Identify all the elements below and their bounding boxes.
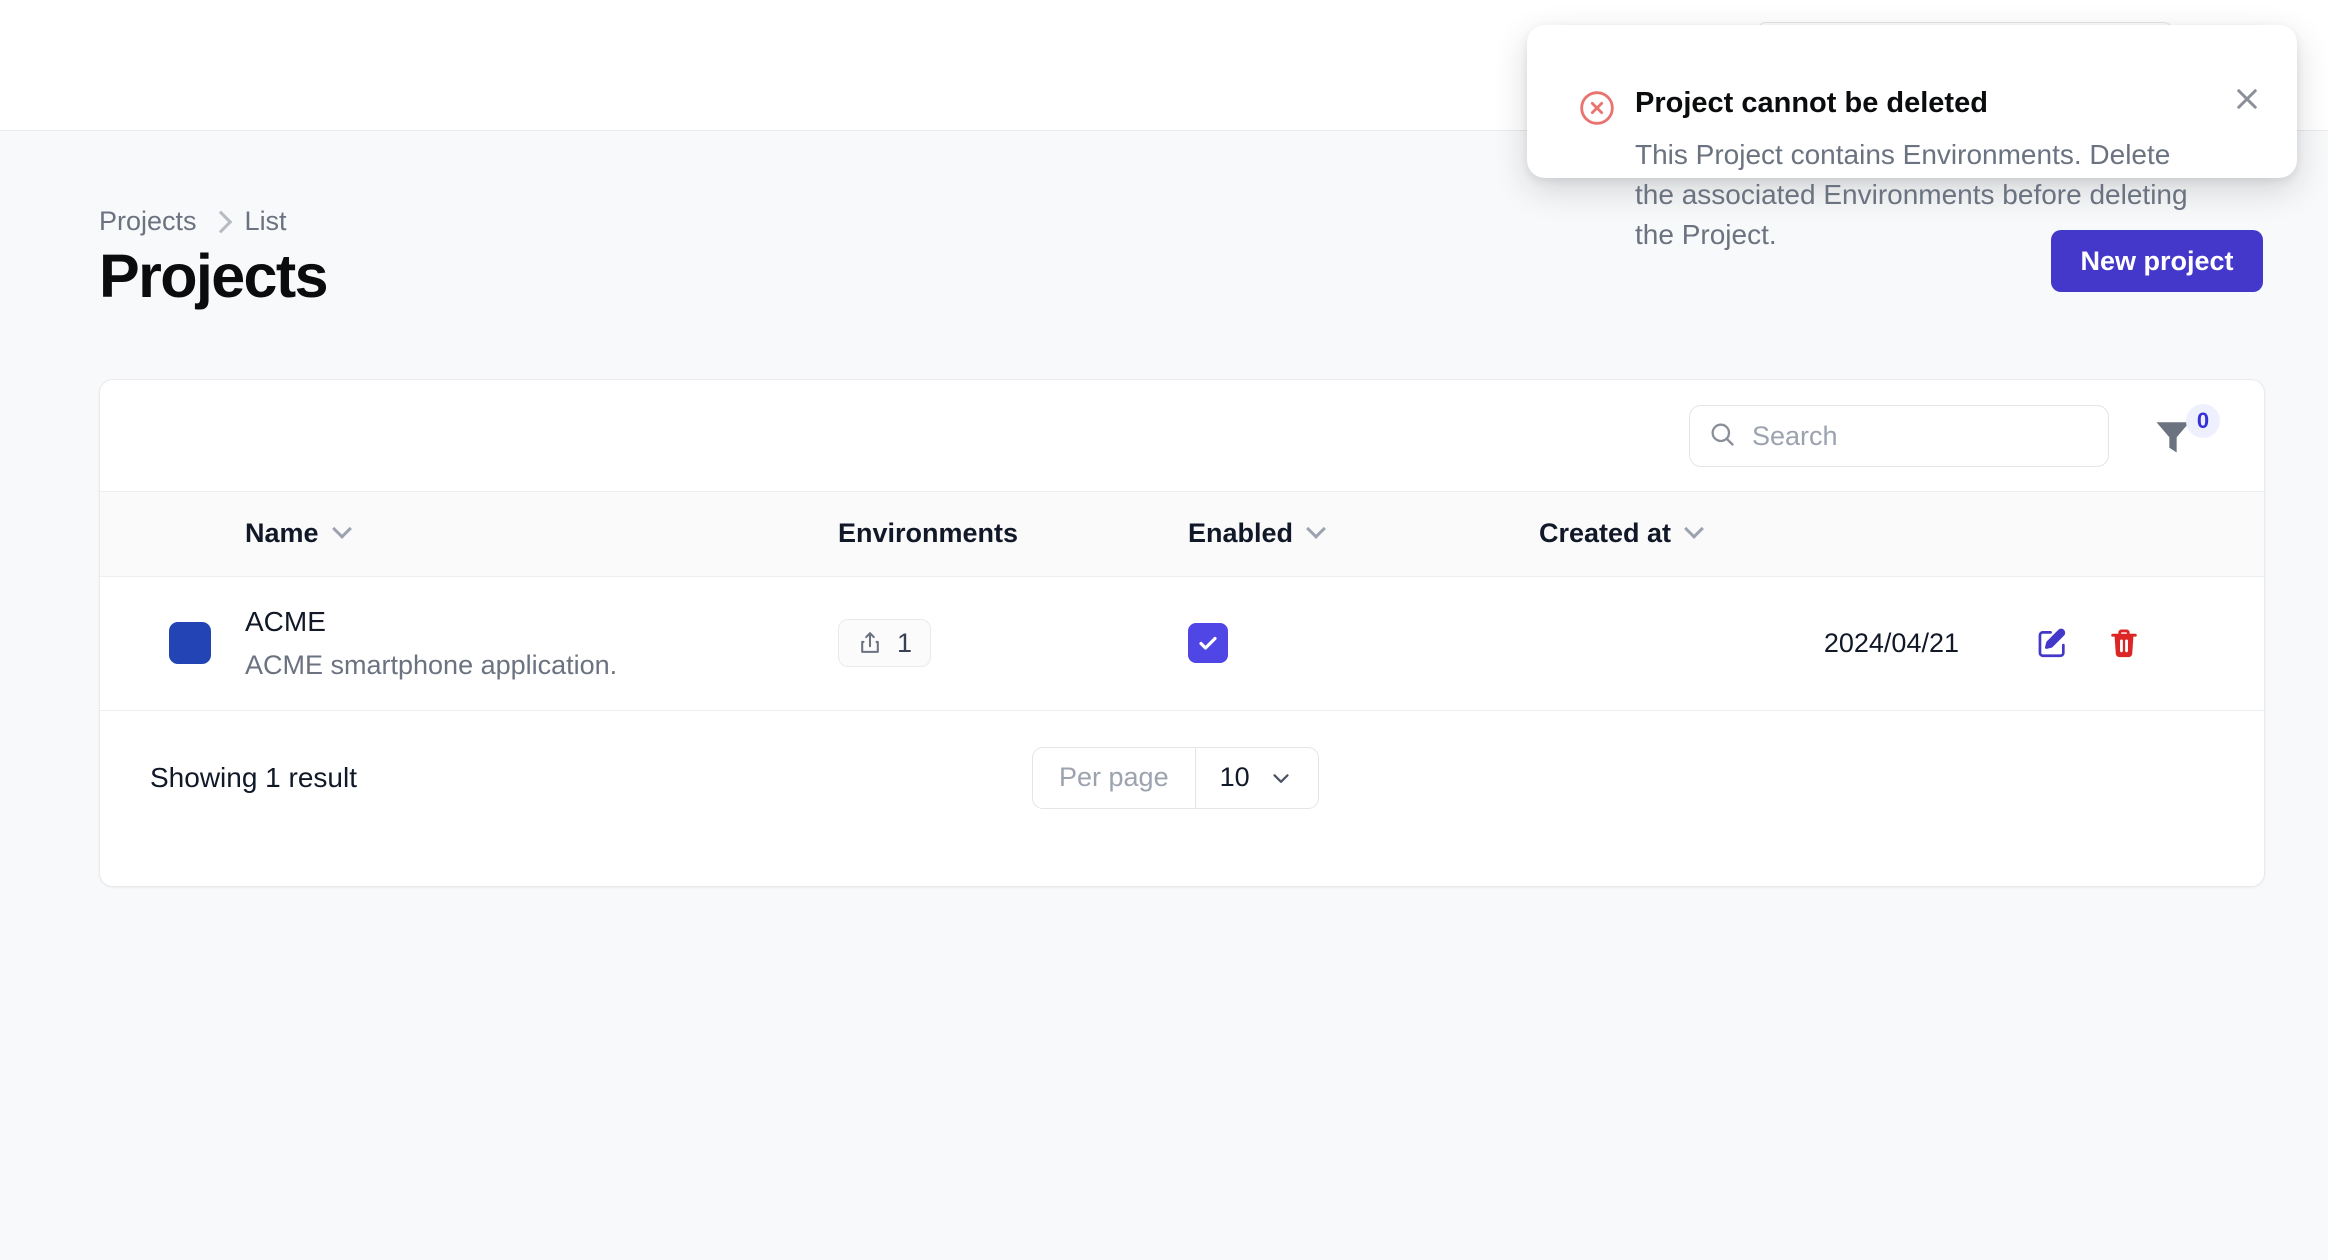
close-x-icon <box>2237 89 2257 109</box>
toast-message: This Project contains Environments. Dele… <box>1635 139 2188 250</box>
table-header-row: Name Environments Enabled Created at <box>100 492 2264 577</box>
breadcrumb: Projects List <box>99 206 287 237</box>
edit-pencil-square-icon <box>2038 628 2066 658</box>
chevron-down-icon <box>331 518 352 539</box>
row-enabled-cell <box>1188 576 1539 711</box>
breadcrumb-item-list[interactable]: List <box>245 206 287 237</box>
chevron-down-icon <box>1273 773 1289 783</box>
per-page-label: Per page <box>1033 747 1196 808</box>
toast-title: Project cannot be deleted <box>1635 87 1988 119</box>
project-description: ACME smartphone application. <box>245 649 618 680</box>
per-page-select[interactable]: 10 <box>1196 748 1318 808</box>
filter-count-badge: 0 <box>2186 404 2220 438</box>
error-toast: Project cannot be deleted This Project c… <box>1527 25 2297 250</box>
toast-close-button[interactable] <box>2229 81 2265 117</box>
search-icon <box>1708 420 1736 453</box>
row-name-cell: ACME ACME smartphone application. <box>245 576 838 711</box>
table-row[interactable]: ACME ACME smartphone application. 1 2024… <box>100 576 2264 711</box>
row-created-at-cell: 2024/04/21 <box>1539 576 1959 711</box>
column-header-created-at[interactable]: Created at <box>1539 492 1959 577</box>
chevron-right-icon <box>209 210 232 233</box>
filter-button[interactable]: 0 <box>2150 404 2220 462</box>
column-header-name[interactable]: Name <box>245 492 838 577</box>
column-header-environments-label: Environments <box>838 518 1019 549</box>
project-name: ACME <box>245 605 326 637</box>
row-actions-cell <box>1959 576 2264 711</box>
breadcrumb-item-projects[interactable]: Projects <box>99 206 197 237</box>
projects-card: 0 Name Environments <box>99 379 2265 887</box>
per-page-control[interactable]: Per page 10 <box>1032 746 1319 809</box>
column-header-avatar <box>100 492 245 577</box>
error-circle-x-icon <box>1580 91 1614 125</box>
edit-project-button[interactable] <box>2035 626 2069 660</box>
row-environments-cell: 1 <box>838 576 1188 711</box>
results-count: Showing 1 result <box>150 761 358 793</box>
share-export-icon <box>861 632 879 653</box>
column-header-environments: Environments <box>838 492 1188 577</box>
environments-badge[interactable]: 1 <box>838 619 932 667</box>
chevron-down-icon <box>1684 518 1704 539</box>
column-header-actions <box>1959 492 2264 577</box>
column-header-enabled[interactable]: Enabled <box>1188 492 1539 577</box>
row-avatar-cell <box>100 576 245 711</box>
search-box[interactable] <box>1689 405 2109 467</box>
table-toolbar: 0 <box>100 380 2264 492</box>
enabled-checkbox[interactable] <box>1188 623 1228 663</box>
trash-icon <box>2111 629 2137 658</box>
column-header-created-at-label: Created at <box>1539 518 1672 549</box>
search-input[interactable] <box>1752 420 2090 452</box>
check-icon <box>1199 636 1217 650</box>
column-header-enabled-label: Enabled <box>1188 518 1294 549</box>
column-header-name-label: Name <box>245 518 319 549</box>
delete-project-button[interactable] <box>2107 626 2141 660</box>
table-footer: Showing 1 result Per page 10 <box>100 711 2264 845</box>
environments-count: 1 <box>897 627 913 658</box>
per-page-value: 10 <box>1219 762 1250 792</box>
chevron-down-icon <box>1306 518 1326 539</box>
page-title: Projects <box>99 242 329 310</box>
project-avatar <box>169 622 211 664</box>
projects-table: Name Environments Enabled Created at ACM… <box>100 492 2264 711</box>
